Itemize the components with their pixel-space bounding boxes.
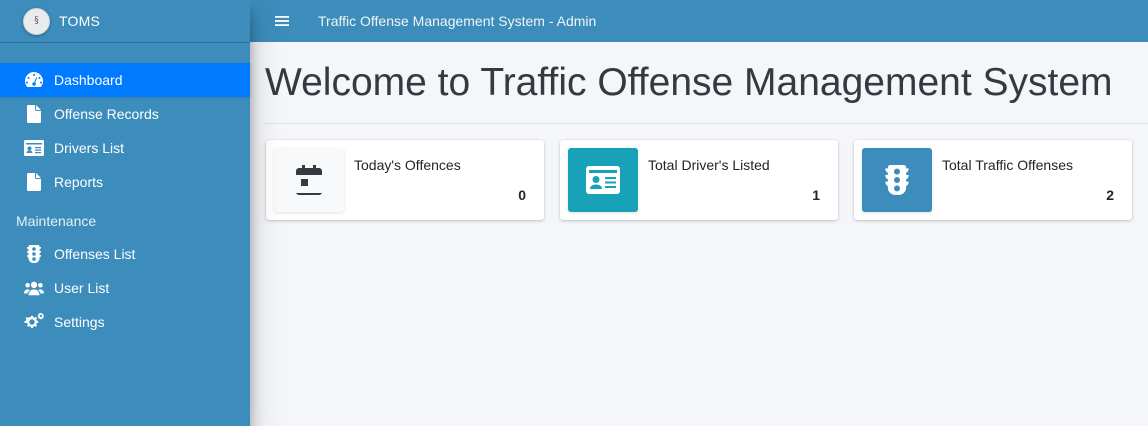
sidebar-item-settings[interactable]: Settings [0,305,250,339]
file-icon [24,104,44,124]
menu-toggle-button[interactable] [272,11,292,31]
sidebar-item-offense-records[interactable]: Offense Records [0,97,250,131]
users-icon [24,278,44,298]
id-card-icon [24,138,44,158]
card-value: 2 [1106,187,1114,203]
info-cards: Today's Offences 0 Total Driver's Listed… [266,140,1132,220]
sidebar-nav: Dashboard Offense Records Drivers List R… [0,63,250,339]
sidebar: § TOMS Dashboard Offense Records Drivers… [0,0,250,426]
topbar-title: Traffic Offense Management System - Admi… [318,13,597,29]
sidebar-item-label: Drivers List [54,140,125,156]
card-body: Today's Offences 0 [344,148,536,212]
sidebar-section-header: Maintenance [16,213,97,229]
page-title: Welcome to Traffic Offense Management Sy… [265,61,1113,104]
card-label: Total Traffic Offenses [942,157,1073,173]
brand-logo: § [23,7,50,35]
sidebar-item-offenses-list[interactable]: Offenses List [0,237,250,271]
id-card-icon [568,148,638,212]
main-content: Welcome to Traffic Offense Management Sy… [250,42,1148,426]
hamburger-icon [275,16,289,26]
total-drivers-card: Total Driver's Listed 1 [560,140,838,220]
card-value: 1 [812,187,820,203]
sidebar-item-reports[interactable]: Reports [0,165,250,199]
sidebar-item-label: Dashboard [54,72,123,88]
todays-offences-card: Today's Offences 0 [266,140,544,220]
sidebar-item-dashboard[interactable]: Dashboard [0,63,250,97]
sidebar-item-label: Settings [54,314,105,330]
card-value: 0 [518,187,526,203]
brand-link[interactable]: § TOMS [0,0,250,43]
gears-icon [24,312,44,332]
total-offenses-card: Total Traffic Offenses 2 [854,140,1132,220]
sidebar-item-label: Reports [54,174,104,190]
divider [265,123,1148,124]
card-label: Today's Offences [354,157,461,173]
card-body: Total Traffic Offenses 2 [932,148,1124,212]
sidebar-item-label: Offenses List [54,246,136,262]
sidebar-item-user-list[interactable]: User List [0,271,250,305]
sidebar-item-label: Offense Records [54,106,159,122]
card-body: Total Driver's Listed 1 [638,148,830,212]
calendar-icon [274,148,344,212]
brand-name: TOMS [59,13,100,29]
traffic-light-icon [24,244,44,264]
sidebar-item-drivers-list[interactable]: Drivers List [0,131,250,165]
sidebar-item-label: User List [54,280,110,296]
card-label: Total Driver's Listed [648,157,770,173]
traffic-light-icon [862,148,932,212]
top-navbar: Traffic Offense Management System - Admi… [250,0,1148,42]
file-icon [24,172,44,192]
dashboard-gauge-icon [24,70,44,90]
